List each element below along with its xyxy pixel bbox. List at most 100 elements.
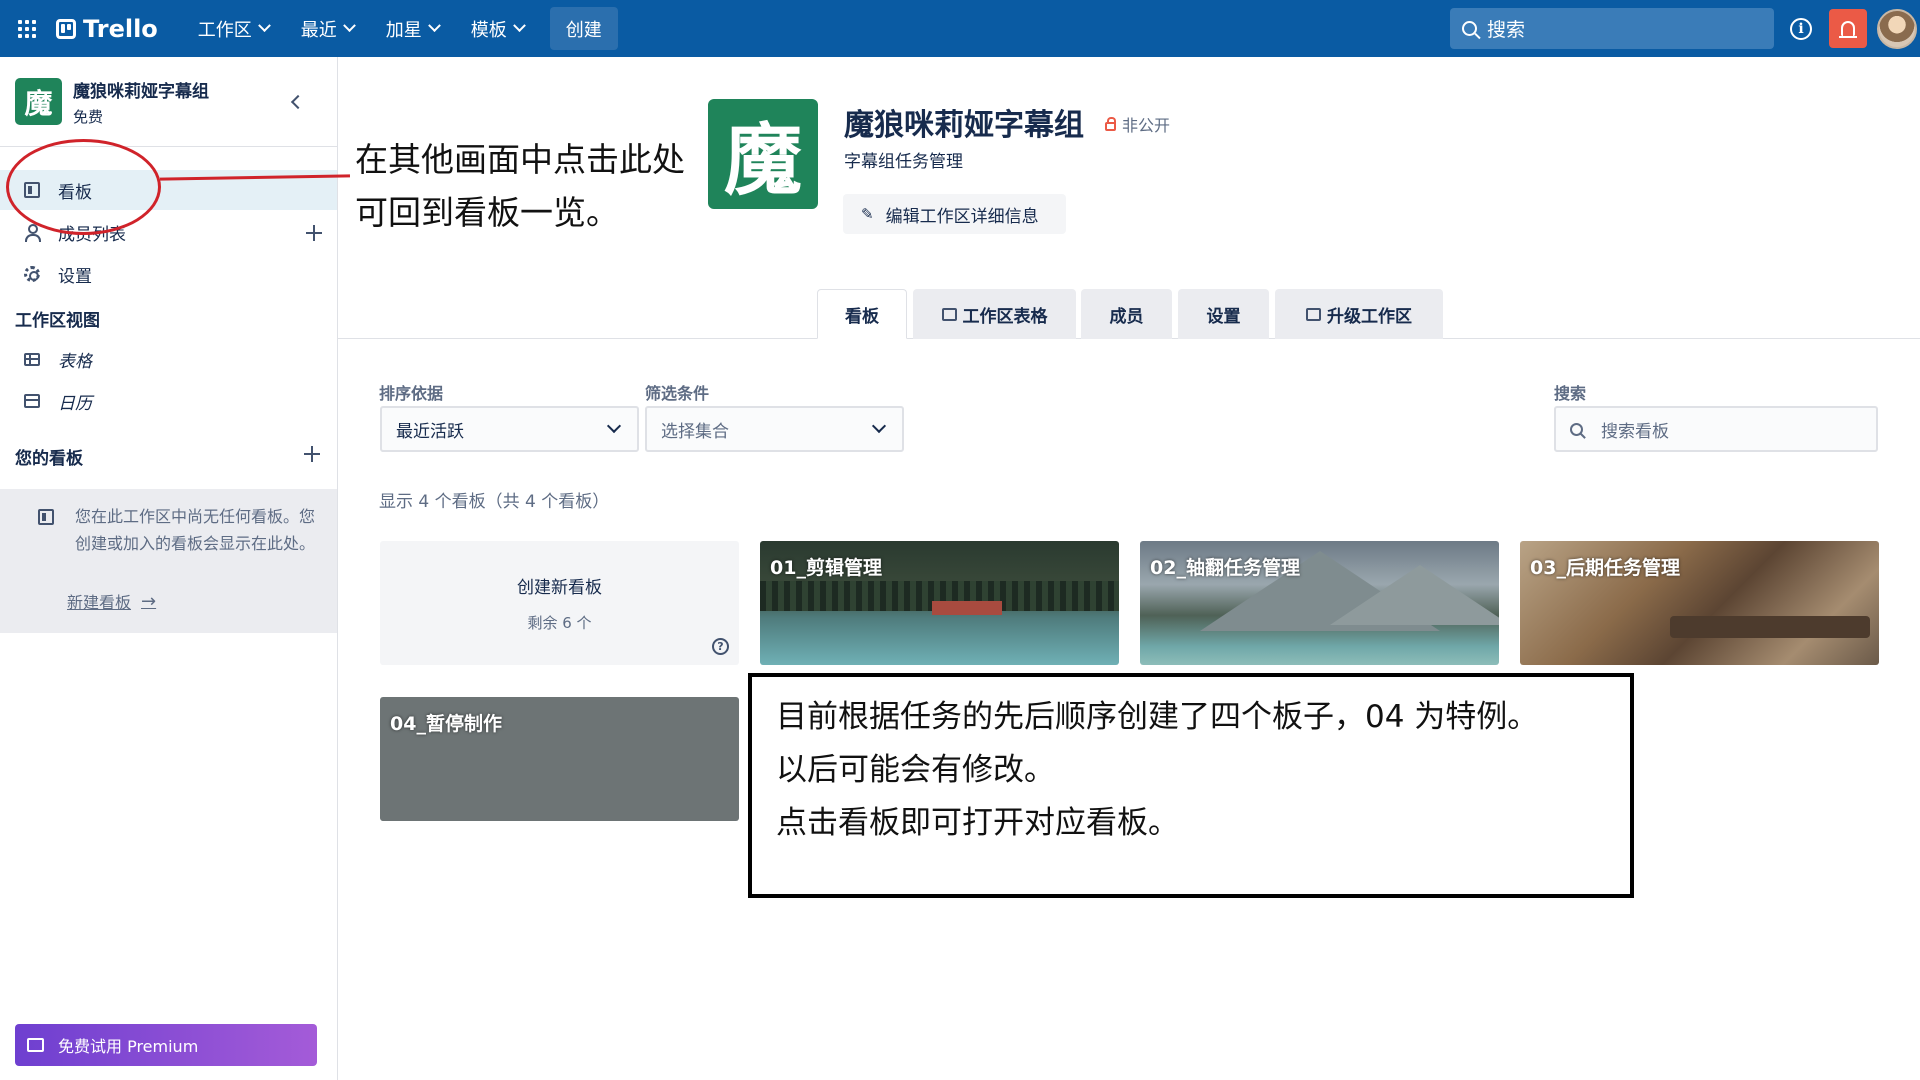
trello-logo[interactable]: Trello xyxy=(56,15,158,43)
chevron-down-icon xyxy=(427,19,441,33)
board-background-image xyxy=(1670,616,1870,638)
nav-templates[interactable]: 模板 xyxy=(461,9,534,49)
person-icon xyxy=(24,224,41,242)
add-member-icon[interactable] xyxy=(306,225,322,241)
premium-icon xyxy=(1306,307,1321,321)
collapse-sidebar-icon[interactable] xyxy=(290,94,306,110)
calendar-icon xyxy=(24,394,40,408)
sidebar-workspace-plan: 免费 xyxy=(73,107,104,126)
board-count-text: 显示 4 个看板（共 4 个看板） xyxy=(379,492,610,512)
visibility-badge[interactable]: 非公开 xyxy=(1105,112,1170,136)
tab-label: 升级工作区 xyxy=(1327,306,1412,327)
workspace-title: 魔狼咪莉娅字幕组 xyxy=(844,108,1084,143)
avatar[interactable] xyxy=(1877,9,1917,49)
top-search-input[interactable]: 搜索 xyxy=(1450,8,1774,49)
table-icon xyxy=(24,352,40,366)
premium-label: 免费试用 Premium xyxy=(58,1037,199,1056)
app-switcher-icon[interactable] xyxy=(18,19,36,38)
board-icon xyxy=(38,509,54,525)
edit-workspace-label: 编辑工作区详细信息 xyxy=(885,206,1039,227)
tab-upgrade-workspace[interactable]: 升级工作区 xyxy=(1275,289,1443,339)
nav-starred-label: 加星 xyxy=(385,19,422,41)
annotation-ellipse xyxy=(6,139,161,235)
nav-recent-label: 最近 xyxy=(300,19,337,41)
nav-starred[interactable]: 加星 xyxy=(376,9,449,49)
sidebar-item-calendar[interactable]: 日历 xyxy=(0,381,337,421)
annotation-top-line2: 可回到看板一览。 xyxy=(355,193,619,232)
tab-workspace-table[interactable]: 工作区表格 xyxy=(913,289,1076,339)
sidebar-item-settings[interactable]: 设置 xyxy=(0,254,337,294)
top-nav: 工作区 最近 加星 模板 创建 xyxy=(188,7,618,50)
tab-label: 成员 xyxy=(1109,306,1144,327)
board-background-image xyxy=(1330,565,1499,625)
sidebar-item-label: 日历 xyxy=(58,393,92,414)
new-board-link[interactable]: 新建看板 → xyxy=(67,589,156,613)
top-navigation-bar: Trello 工作区 最近 加星 模板 创建 搜索 i xyxy=(0,0,1920,57)
search-icon xyxy=(1462,21,1477,36)
tab-label: 看板 xyxy=(845,306,879,327)
annotation-top-note: 在其他画面中点击此处 可回到看板一览。 xyxy=(355,133,685,239)
empty-boards-text: 您在此工作区中尚无任何看板。您创建或加入的看板会显示在此处。 xyxy=(75,507,316,553)
create-button[interactable]: 创建 xyxy=(549,7,618,50)
logo-text: Trello xyxy=(83,14,158,43)
workspace-description: 字幕组任务管理 xyxy=(844,152,963,172)
sort-select[interactable]: 最近活跃 xyxy=(380,406,639,452)
board-title: 03_后期任务管理 xyxy=(1530,557,1680,579)
lock-icon xyxy=(1105,116,1116,131)
info-icon[interactable]: i xyxy=(1790,18,1812,40)
board-search-input[interactable]: 搜索看板 xyxy=(1554,406,1878,452)
chevron-down-icon xyxy=(342,19,356,33)
search-label: 搜索 xyxy=(1554,384,1587,403)
chevron-down-icon xyxy=(871,418,887,434)
tab-settings[interactable]: 设置 xyxy=(1178,289,1269,339)
sidebar-workspace-name[interactable]: 魔狼咪莉娅字幕组 xyxy=(73,77,209,102)
board-title: 02_轴翻任务管理 xyxy=(1150,557,1300,579)
annotation-top-line1: 在其他画面中点击此处 xyxy=(355,140,685,179)
gear-icon xyxy=(24,266,40,282)
workspace-logo-small[interactable]: 魔 xyxy=(15,78,62,125)
chevron-down-icon xyxy=(257,19,271,33)
add-board-icon[interactable] xyxy=(304,446,320,462)
annotation-box-line3: 点击看板即可打开对应看板。 xyxy=(776,805,1179,841)
trello-logo-icon xyxy=(56,18,76,39)
sort-value: 最近活跃 xyxy=(396,421,464,442)
sort-label: 排序依据 xyxy=(379,384,444,403)
premium-icon xyxy=(941,307,957,321)
bell-icon xyxy=(1839,21,1857,38)
tab-boards[interactable]: 看板 xyxy=(817,289,907,339)
annotation-note-box: 目前根据任务的先后顺序创建了四个板子，04 为特例。 以后可能会有修改。 点击看… xyxy=(748,673,1634,898)
new-board-link-label: 新建看板 xyxy=(67,593,132,612)
pencil-icon: ✎ xyxy=(861,205,874,223)
sidebar-item-label: 设置 xyxy=(58,266,92,287)
board-tile[interactable]: 03_后期任务管理 xyxy=(1520,541,1879,665)
nav-recent[interactable]: 最近 xyxy=(291,9,364,49)
sidebar-item-table[interactable]: 表格 xyxy=(0,339,337,379)
your-boards-heading: 您的看板 xyxy=(15,449,83,469)
filter-select[interactable]: 选择集合 xyxy=(645,406,904,452)
tab-members[interactable]: 成员 xyxy=(1081,289,1172,339)
board-tile[interactable]: 01_剪辑管理 xyxy=(760,541,1119,665)
chevron-down-icon xyxy=(512,19,526,33)
nav-workspaces-label: 工作区 xyxy=(197,19,252,41)
tab-label: 设置 xyxy=(1206,306,1241,327)
nav-templates-label: 模板 xyxy=(470,19,507,41)
search-icon xyxy=(1570,422,1583,436)
visibility-label: 非公开 xyxy=(1122,116,1171,135)
workspace-views-heading: 工作区视图 xyxy=(15,311,100,331)
empty-boards-message: 您在此工作区中尚无任何看板。您创建或加入的看板会显示在此处。 新建看板 → xyxy=(0,489,337,633)
board-title: 01_剪辑管理 xyxy=(770,557,882,579)
nav-workspaces[interactable]: 工作区 xyxy=(188,9,279,49)
board-search-placeholder: 搜索看板 xyxy=(1601,421,1669,442)
arrow-right-icon: → xyxy=(141,590,157,612)
filter-label: 筛选条件 xyxy=(645,384,710,403)
create-board-title: 创建新看板 xyxy=(517,578,602,598)
create-board-tile[interactable]: 创建新看板 剩余 6 个 ? xyxy=(380,541,739,665)
board-tile[interactable]: 02_轴翻任务管理 xyxy=(1140,541,1499,665)
edit-workspace-button[interactable]: ✎ 编辑工作区详细信息 xyxy=(843,194,1066,234)
filter-placeholder: 选择集合 xyxy=(661,421,729,442)
premium-trial-button[interactable]: 免费试用 Premium xyxy=(15,1024,317,1066)
help-icon[interactable]: ? xyxy=(712,638,729,655)
notifications-button[interactable] xyxy=(1829,9,1867,48)
board-tile[interactable]: 04_暂停制作 xyxy=(380,697,739,821)
board-background-image xyxy=(932,601,1002,615)
